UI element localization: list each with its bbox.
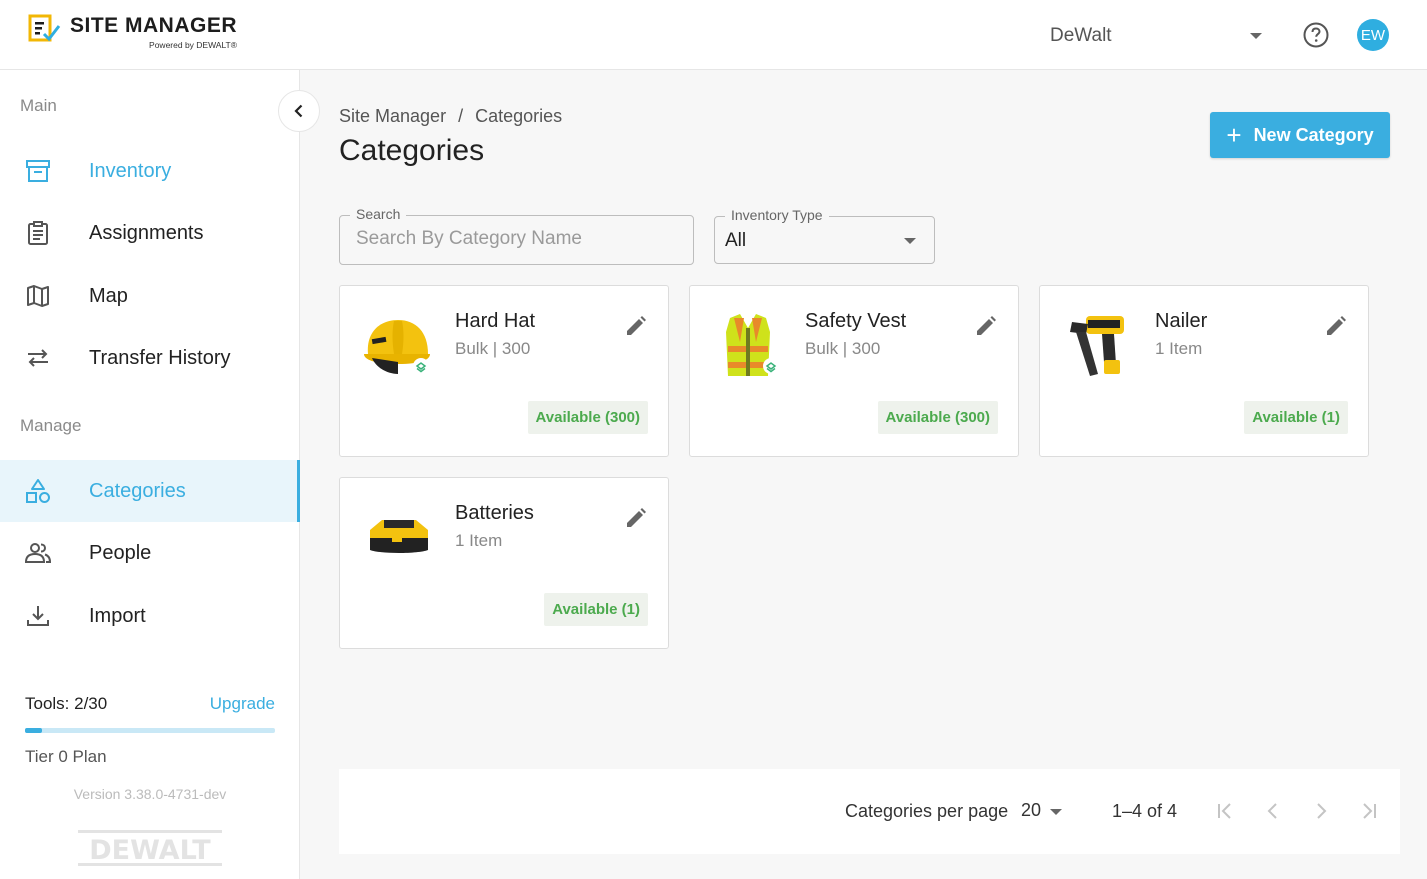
breadcrumb-separator: / xyxy=(458,106,464,126)
inventory-type-value: All xyxy=(725,230,747,251)
page-range: 1–4 of 4 xyxy=(1112,801,1178,821)
search-field: Search xyxy=(339,206,694,265)
collapse-sidebar-button[interactable] xyxy=(278,90,320,132)
previous-page-icon[interactable] xyxy=(1261,799,1285,823)
sidebar: Main Inventory Assignments Map Transfer … xyxy=(0,70,300,879)
card-title: Hard Hat xyxy=(455,310,536,332)
plan-tier: Tier 0 Plan xyxy=(25,747,107,766)
tools-progress-fill xyxy=(25,728,42,733)
next-page-icon[interactable] xyxy=(1309,799,1333,823)
chevron-left-icon xyxy=(294,104,303,118)
hard-hat-image xyxy=(364,320,430,374)
logo-title: SITE MANAGER xyxy=(70,14,238,37)
organization-select[interactable]: DeWalt xyxy=(1040,20,1270,52)
top-header: SITE MANAGER Powered by DEWALT® DeWalt E… xyxy=(0,0,1427,70)
chevron-down-icon[interactable] xyxy=(1050,809,1062,815)
transfer-arrows-icon xyxy=(28,349,48,367)
chevron-down-icon xyxy=(904,238,916,244)
sidebar-item-label: People xyxy=(89,541,152,564)
category-card-batteries[interactable]: Batteries 1 Item Available (1) xyxy=(339,477,669,649)
inventory-type-label: Inventory Type xyxy=(725,207,829,223)
clipboard-icon xyxy=(28,221,48,245)
page-title: Categories xyxy=(339,134,485,167)
sidebar-item-label: Inventory xyxy=(89,159,172,182)
sidebar-item-label: Assignments xyxy=(89,221,204,244)
availability-badge: Available (300) xyxy=(527,401,648,434)
breadcrumb-categories: Categories xyxy=(475,106,563,126)
availability-badge: Available (1) xyxy=(544,593,648,626)
category-card-hard-hat[interactable]: Hard Hat Bulk | 300 Available (300) xyxy=(339,285,669,457)
category-card-nailer[interactable]: Nailer 1 Item Available (1) xyxy=(1039,285,1369,457)
section-label-manage: Manage xyxy=(20,416,82,435)
logo-mark-icon xyxy=(28,14,61,42)
edit-pencil-icon[interactable] xyxy=(1324,314,1348,338)
edit-pencil-icon[interactable] xyxy=(624,506,648,530)
breadcrumb-site-manager[interactable]: Site Manager xyxy=(339,106,446,127)
tools-progress-bar xyxy=(25,728,275,733)
archive-box-icon xyxy=(26,160,50,182)
availability-badge: Available (1) xyxy=(1244,401,1348,434)
chevron-down-icon xyxy=(1250,33,1262,39)
sidebar-item-assignments[interactable]: Assignments xyxy=(0,202,300,264)
download-icon xyxy=(27,606,49,626)
card-title: Safety Vest xyxy=(805,310,907,332)
people-icon xyxy=(24,543,52,563)
card-subtitle: Bulk | 300 xyxy=(805,339,881,358)
organization-name: DeWalt xyxy=(1050,25,1112,46)
rows-per-page-label: Categories per page xyxy=(845,801,1009,821)
tools-usage-row: Tools: 2/30 Upgrade xyxy=(25,694,275,714)
dewalt-logo: DEWALT xyxy=(78,830,222,866)
sidebar-item-import[interactable]: Import xyxy=(0,585,300,647)
card-subtitle: Bulk | 300 xyxy=(455,339,531,358)
safety-vest-image xyxy=(726,314,779,376)
brand-footer-text: DEWALT xyxy=(89,835,211,866)
sidebar-item-label: Import xyxy=(89,604,146,627)
card-title: Batteries xyxy=(455,502,534,524)
category-card-safety-vest[interactable]: Safety Vest Bulk | 300 Available (300) xyxy=(689,285,1019,457)
shapes-icon xyxy=(26,479,50,503)
new-category-button[interactable]: + New Category xyxy=(1210,112,1390,158)
edit-pencil-icon[interactable] xyxy=(974,314,998,338)
card-title: Nailer xyxy=(1155,310,1208,332)
search-label: Search xyxy=(350,206,407,222)
sidebar-item-inventory[interactable]: Inventory xyxy=(0,140,300,202)
sidebar-item-label: Map xyxy=(89,284,128,307)
nailer-image xyxy=(1070,316,1124,376)
new-category-label: New Category xyxy=(1253,124,1374,145)
sidebar-item-label: Transfer History xyxy=(89,346,231,369)
upgrade-link[interactable]: Upgrade xyxy=(210,694,275,714)
site-manager-logo[interactable]: SITE MANAGER Powered by DEWALT® xyxy=(28,14,237,50)
sidebar-item-people[interactable]: People xyxy=(0,522,300,584)
sidebar-item-transfer-history[interactable]: Transfer History xyxy=(0,327,300,389)
rows-per-page-select[interactable]: 20 xyxy=(1021,800,1041,821)
search-input[interactable] xyxy=(356,228,676,250)
inventory-type-select[interactable]: Inventory Type All xyxy=(714,207,935,264)
plus-icon: + xyxy=(1226,120,1242,150)
logo-subtitle: Powered by DEWALT® xyxy=(149,40,238,50)
pagination-bar: Categories per page 20 1–4 of 4 xyxy=(339,769,1400,854)
app-version: Version 3.38.0-4731-dev xyxy=(73,786,227,802)
battery-image xyxy=(370,520,428,553)
help-icon[interactable] xyxy=(1302,21,1330,49)
card-subtitle: 1 Item xyxy=(1155,339,1203,358)
availability-badge: Available (300) xyxy=(877,401,998,434)
section-label-main: Main xyxy=(20,96,57,115)
card-subtitle: 1 Item xyxy=(455,531,503,550)
sidebar-item-map[interactable]: Map xyxy=(0,265,300,327)
last-page-icon[interactable] xyxy=(1357,799,1381,823)
tools-count: Tools: 2/30 xyxy=(25,694,108,713)
map-icon xyxy=(27,285,49,307)
sidebar-item-label: Categories xyxy=(89,479,186,502)
first-page-icon[interactable] xyxy=(1213,799,1237,823)
sidebar-item-categories[interactable]: Categories xyxy=(0,460,300,522)
edit-pencil-icon[interactable] xyxy=(624,314,648,338)
breadcrumb: Site Manager / Categories xyxy=(339,106,562,127)
user-avatar[interactable]: EW xyxy=(1357,19,1389,51)
